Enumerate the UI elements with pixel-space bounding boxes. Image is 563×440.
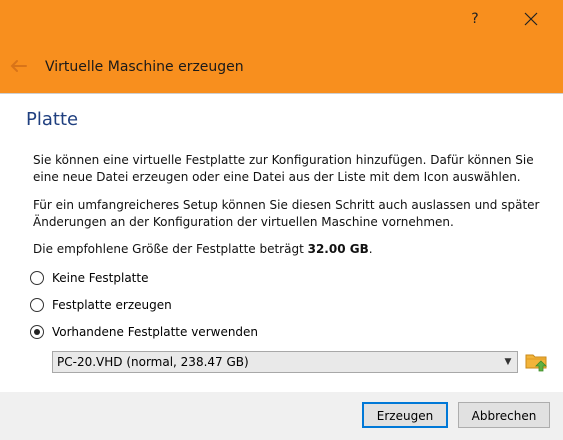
recommended-size-prefix: Die empfohlene Größe der Festplatte betr…	[33, 242, 308, 256]
page-title: Platte	[26, 109, 79, 130]
choose-disk-file-button[interactable]	[525, 350, 549, 372]
back-button[interactable]	[8, 58, 30, 76]
close-button[interactable]	[519, 8, 543, 30]
existing-disk-select[interactable]: PC-20.VHD (normal, 238.47 GB) ▼	[52, 351, 518, 373]
chevron-down-icon[interactable]: ▼	[499, 357, 517, 367]
skip-hint-paragraph: Für ein umfangreicheres Setup können Sie…	[33, 198, 540, 229]
recommended-size-suffix: .	[368, 242, 373, 256]
header-separator	[0, 93, 563, 94]
radio-indicator[interactable]	[30, 298, 44, 312]
radio-label: Festplatte erzeugen	[52, 298, 172, 312]
recommended-size-value: 32.00 GB	[307, 242, 369, 256]
radio-label: Vorhandene Festplatte verwenden	[52, 325, 259, 339]
radio-create-disk[interactable]: Festplatte erzeugen	[30, 296, 172, 314]
radio-indicator-selected[interactable]	[30, 325, 44, 339]
disk-select-value: PC-20.VHD (normal, 238.47 GB)	[57, 355, 249, 369]
radio-no-disk[interactable]: Keine Festplatte	[30, 269, 148, 287]
radio-indicator[interactable]	[30, 271, 44, 285]
folder-add-icon	[525, 354, 547, 372]
wizard-title: Virtuelle Maschine erzeugen	[45, 59, 244, 75]
description-paragraph: Sie können eine virtuelle Festplatte zur…	[33, 153, 534, 184]
title-bar: ? Virtuelle Maschine erzeugen	[0, 0, 563, 93]
recommended-size-text: Die empfohlene Größe der Festplatte betr…	[33, 241, 543, 258]
close-icon	[524, 12, 538, 26]
arrow-left-icon	[10, 60, 27, 72]
help-button[interactable]: ?	[463, 8, 487, 30]
wizard-page: Platte Sie können eine virtuelle Festpla…	[0, 93, 563, 392]
radio-label: Keine Festplatte	[52, 271, 149, 285]
radio-existing-disk[interactable]: Vorhandene Festplatte verwenden	[30, 323, 258, 341]
create-button[interactable]: Erzeugen	[362, 402, 448, 428]
cancel-button[interactable]: Abbrechen	[458, 402, 550, 428]
